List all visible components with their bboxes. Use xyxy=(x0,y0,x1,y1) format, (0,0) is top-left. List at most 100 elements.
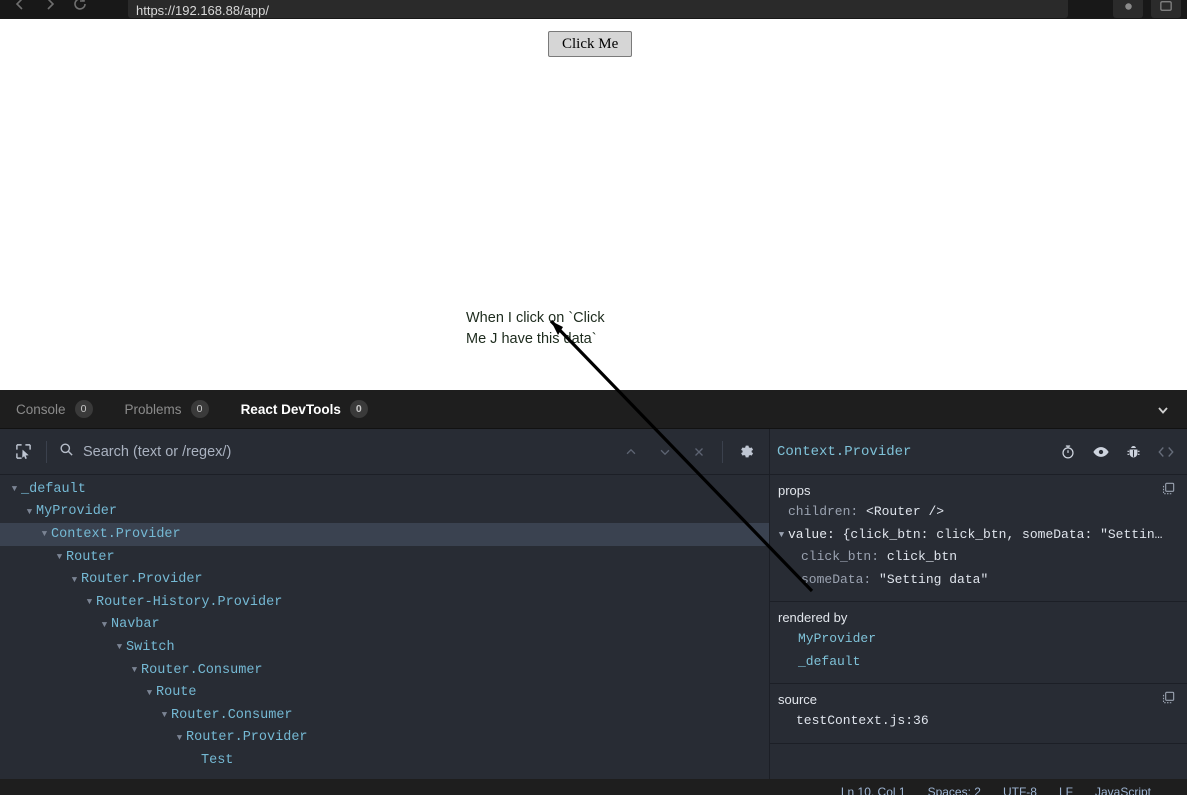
toolbar-divider xyxy=(46,441,47,463)
props-section: props children: <Router /> ▼ xyxy=(770,475,1187,602)
chevron-down-icon[interactable]: ▼ xyxy=(128,665,141,675)
chevron-down-icon[interactable]: ▼ xyxy=(38,529,51,539)
prop-click-btn-value: click_btn xyxy=(887,546,957,569)
component-tree[interactable]: ▼_default▼MyProvider▼Context.Provider▼Ro… xyxy=(0,475,769,795)
browser-toolbar-right xyxy=(1113,0,1181,18)
prop-some-data-key: someData: xyxy=(801,569,871,592)
tree-node-label: Context.Provider xyxy=(51,527,181,542)
status-item[interactable]: LF xyxy=(1059,785,1073,795)
inspected-component-name: Context.Provider xyxy=(777,444,911,460)
prop-some-data-value: "Setting data" xyxy=(879,569,988,592)
tree-row[interactable]: ▼Switch xyxy=(0,636,769,659)
source-section: source testContext.js:36 xyxy=(770,684,1187,744)
tree-node-label: MyProvider xyxy=(36,504,117,519)
inspector-actions xyxy=(1060,444,1175,460)
url-bar[interactable]: https://192.168.88/app/ xyxy=(128,0,1068,18)
prop-children: children: <Router /> xyxy=(770,501,1187,524)
rendered-by-item-1[interactable]: _default xyxy=(770,651,1187,674)
prop-value[interactable]: ▼ value: {click_btn: click_btn, someData… xyxy=(770,524,1187,547)
chevron-down-icon[interactable]: ▼ xyxy=(143,688,156,698)
tab-react-devtools-label: React DevTools xyxy=(241,402,341,417)
chevron-down-icon[interactable]: ▼ xyxy=(113,642,126,652)
rendered-by-section: rendered by MyProvider _default xyxy=(770,602,1187,684)
tree-row[interactable]: ▼Router.Provider xyxy=(0,568,769,591)
tab-problems-badge: 0 xyxy=(191,400,209,418)
source-location: testContext.js:36 xyxy=(796,710,929,733)
chevron-down-icon[interactable]: ▼ xyxy=(23,507,36,517)
click-me-button[interactable]: Click Me xyxy=(548,31,632,57)
rendered-by-label-1: _default xyxy=(798,651,860,674)
tree-node-label: Router.Provider xyxy=(186,730,308,745)
tree-row[interactable]: ▼Context.Provider xyxy=(0,523,769,546)
status-item[interactable]: Spaces: 2 xyxy=(928,785,981,795)
gear-icon[interactable] xyxy=(729,437,763,467)
tree-row[interactable]: ▼Router.Consumer xyxy=(0,704,769,727)
tab-problems[interactable]: Problems 0 xyxy=(109,390,225,429)
prop-click-btn: click_btn: click_btn xyxy=(770,546,1187,569)
tree-node-label: Router.Consumer xyxy=(141,663,263,678)
tree-row[interactable]: ▼Router xyxy=(0,546,769,569)
stopwatch-icon[interactable] xyxy=(1060,444,1076,460)
tree-row[interactable]: ▼Navbar xyxy=(0,614,769,637)
rendered-by-item-0[interactable]: MyProvider xyxy=(770,628,1187,651)
chevron-down-icon[interactable]: ▼ xyxy=(158,710,171,720)
status-item[interactable]: UTF-8 xyxy=(1003,785,1037,795)
tab-react-devtools[interactable]: React DevTools 0 xyxy=(225,390,384,429)
rendered-by-label-0: MyProvider xyxy=(798,628,876,651)
forward-arrow-icon[interactable] xyxy=(40,0,60,19)
reload-icon[interactable] xyxy=(70,0,90,19)
chevron-down-icon[interactable]: ▼ xyxy=(98,620,111,630)
tree-row[interactable]: ▼_default xyxy=(0,478,769,501)
props-section-title: props xyxy=(770,483,1187,501)
status-item[interactable]: Ln 10, Col 1 xyxy=(841,785,906,795)
tab-react-devtools-badge: 0 xyxy=(350,400,368,418)
chevron-down-icon[interactable]: ▼ xyxy=(8,484,21,494)
devtools-tabbar: Console 0 Problems 0 React DevTools 0 xyxy=(0,390,1187,429)
web-page-content: Click Me When I click on `Click Me J hav… xyxy=(0,19,1187,390)
bug-icon[interactable] xyxy=(1126,444,1141,460)
tree-node-label: Navbar xyxy=(111,617,160,632)
chevron-down-icon-search[interactable] xyxy=(648,437,682,467)
tree-row[interactable]: ▼MyProvider xyxy=(0,501,769,524)
search-input[interactable] xyxy=(83,444,614,460)
chevron-down-icon[interactable]: ▼ xyxy=(173,733,186,743)
chevron-down-icon[interactable]: ▼ xyxy=(83,597,96,607)
chevron-down-icon-value[interactable]: ▼ xyxy=(775,524,788,547)
browser-toolbar: https://192.168.88/app/ xyxy=(0,0,1187,19)
extension-icon[interactable] xyxy=(1113,0,1143,18)
tree-node-label: _default xyxy=(21,482,86,497)
code-brackets-icon[interactable] xyxy=(1157,445,1175,459)
search-icon xyxy=(59,442,74,462)
tree-row[interactable]: ▼Test xyxy=(0,749,769,772)
tab-problems-label: Problems xyxy=(125,402,182,417)
tree-row[interactable]: ▼Router-History.Provider xyxy=(0,591,769,614)
window-icon[interactable] xyxy=(1151,0,1181,18)
tree-row[interactable]: ▼Route xyxy=(0,681,769,704)
status-bar: Ln 10, Col 1 Spaces: 2 UTF-8 LF JavaScript xyxy=(0,779,1187,795)
tree-row[interactable]: ▼Router.Consumer xyxy=(0,659,769,682)
tab-console-badge: 0 xyxy=(75,400,93,418)
eye-icon[interactable] xyxy=(1092,445,1110,459)
app-root: https://192.168.88/app/ Click Me When I … xyxy=(0,0,1187,795)
select-element-icon[interactable] xyxy=(6,437,40,467)
back-arrow-icon[interactable] xyxy=(10,0,30,19)
chevron-down-icon[interactable]: ▼ xyxy=(53,552,66,562)
chevron-down-icon[interactable]: ▼ xyxy=(68,575,81,585)
chevron-down-icon[interactable] xyxy=(1155,390,1171,429)
status-bar-items: Ln 10, Col 1 Spaces: 2 UTF-8 LF JavaScript xyxy=(0,785,1187,795)
prop-value-preview: {click_btn: click_btn, someData: "Settin… xyxy=(843,524,1163,547)
tree-node-label: Route xyxy=(156,685,197,700)
search-area xyxy=(53,442,614,462)
inspector-pane: Context.Provider xyxy=(770,429,1187,795)
tree-row[interactable]: ▼Router.Provider xyxy=(0,727,769,750)
tab-console[interactable]: Console 0 xyxy=(0,390,109,429)
copy-icon[interactable] xyxy=(1161,481,1176,501)
close-icon[interactable] xyxy=(682,437,716,467)
prop-some-data: someData: "Setting data" xyxy=(770,569,1187,592)
copy-icon-source[interactable] xyxy=(1161,690,1176,710)
component-tree-pane: ▼_default▼MyProvider▼Context.Provider▼Ro… xyxy=(0,429,770,795)
tree-toolbar xyxy=(0,429,769,475)
chevron-up-icon[interactable] xyxy=(614,437,648,467)
status-item[interactable]: JavaScript xyxy=(1095,785,1151,795)
source-location-row[interactable]: testContext.js:36 xyxy=(770,710,1187,733)
